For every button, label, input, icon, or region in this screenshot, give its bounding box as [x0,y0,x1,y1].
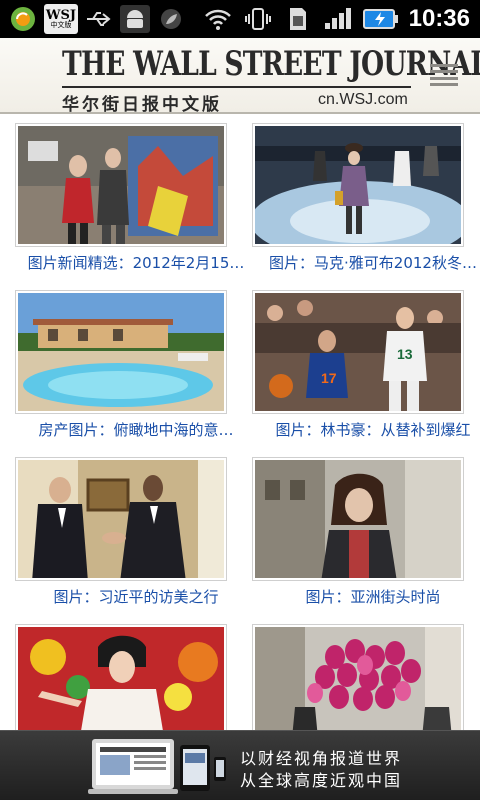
ad-banner[interactable]: 以财经视角报道世界 从全球高度近观中国 [0,730,480,800]
menu-button[interactable] [430,64,458,86]
ad-subheadline: 从全球高度近观中国 [240,771,403,790]
gallery-thumbnail[interactable] [252,457,464,581]
gallery-caption[interactable]: 图片：马克·雅可布2012秋冬… [253,252,480,273]
menu-icon-bar [430,64,458,67]
battery-charging-icon [362,5,399,33]
menu-icon-bar [430,76,458,80]
gallery-thumbnail[interactable]: 17 13 [252,290,464,414]
ad-headline: 以财经视角报道世界 [240,749,403,768]
masthead-rule [62,86,411,88]
gallery-thumbnail[interactable] [15,290,227,414]
wsj-app-icon: WSJ 中文版 [44,4,78,34]
gallery-thumbnail[interactable] [15,123,227,247]
ad-devices-image [88,735,228,799]
gallery-caption[interactable]: 图片：林书豪：从替补到爆红 [253,419,480,440]
edition-subtitle: 华尔街日报中文版 [62,95,222,115]
wsj-app-sublabel: 中文版 [50,21,72,29]
gallery-thumbnail[interactable] [15,624,227,730]
gallery-grid: 图片新闻精选：2012年2月15… 图片：马克·雅可布2012秋冬… 房产图片：… [0,116,480,730]
gallery-caption[interactable]: 房产图片：俯瞰地中海的意… [16,419,256,440]
gallery-caption[interactable]: 图片：亚洲街头时尚 [253,586,480,607]
masthead-logo: THE WALL STREET JOURNAL. [62,44,480,84]
svg-text:17: 17 [321,370,337,386]
usb-icon [84,5,114,33]
gallery-caption[interactable]: 图片新闻精选：2012年2月15… [16,252,256,273]
signal-icon [323,5,353,33]
app-update-icon [8,5,38,33]
clock: 10:36 [408,5,470,32]
status-bar: WSJ 中文版 10:36 [0,0,480,38]
android-debug-icon [120,5,150,33]
sim-icon [283,5,313,33]
gallery-caption[interactable]: 图片：习近平的访美之行 [16,586,256,607]
leaf-icon [156,5,186,33]
wifi-icon [203,5,233,33]
svg-text:13: 13 [397,346,413,362]
app-header: THE WALL STREET JOURNAL. 华尔街日报中文版 cn.WSJ… [0,38,480,115]
gallery-thumbnail[interactable] [252,123,464,247]
gallery-thumbnail[interactable] [15,457,227,581]
site-url: cn.WSJ.com [318,91,408,108]
vibrate-icon [243,5,273,33]
gallery-thumbnail[interactable] [252,624,464,730]
menu-icon-bar [430,70,458,74]
menu-icon-bar [430,82,458,86]
